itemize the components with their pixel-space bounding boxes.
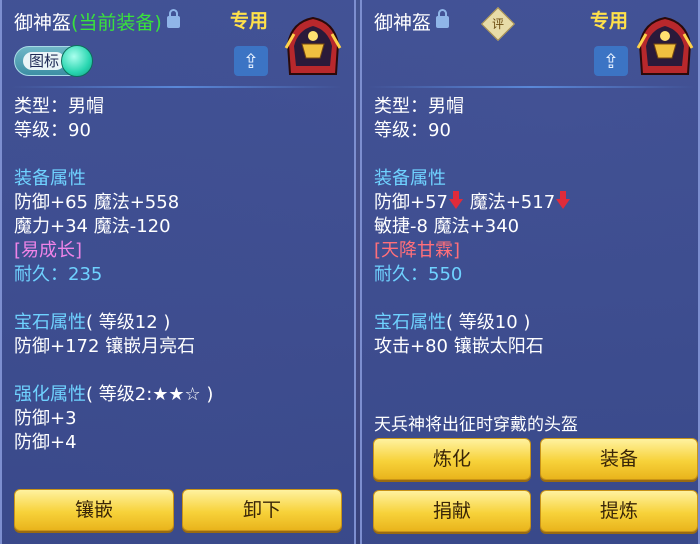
unequip-button[interactable]: 卸下 bbox=[182, 489, 342, 531]
gem-attr-row: 宝石属性( 等级10 ) bbox=[374, 312, 530, 334]
equip-attr-1: 防御+65 魔法+558 bbox=[14, 192, 180, 213]
divider bbox=[368, 86, 694, 88]
toggle-knob[interactable] bbox=[61, 45, 93, 77]
durability: 耐久：235 bbox=[14, 264, 102, 286]
magic-attr: 魔法+517 bbox=[464, 192, 556, 213]
equip-attr-title: 装备属性 bbox=[14, 168, 86, 189]
gem-attr: 攻击+80 镶嵌太阳石 bbox=[374, 336, 544, 357]
gem-level: ( 等级12 ) bbox=[86, 312, 171, 333]
enhance-title: 强化属性 bbox=[14, 384, 86, 405]
gem-attr-title: 宝石属性 bbox=[14, 312, 86, 333]
equip-attr-2: 敏捷-8 魔法+340 bbox=[374, 216, 520, 237]
special-effect: [易成长] bbox=[14, 240, 83, 261]
equipped-tag: (当前装备) bbox=[71, 12, 162, 34]
durability-label: 耐久： bbox=[374, 264, 428, 285]
icon-toggle[interactable]: 图标 bbox=[14, 45, 93, 77]
decrease-arrow-icon bbox=[556, 191, 571, 209]
equip-attr-1: 防御+57 魔法+517 bbox=[374, 191, 571, 214]
inlay-button[interactable]: 镶嵌 bbox=[14, 489, 174, 531]
durability-value: 550 bbox=[428, 264, 463, 285]
extract-button[interactable]: 提炼 bbox=[540, 490, 698, 532]
enhance-attr-2: 防御+4 bbox=[14, 432, 77, 453]
refine-button[interactable]: 炼化 bbox=[373, 438, 531, 480]
decrease-arrow-icon bbox=[449, 191, 463, 209]
share-icon[interactable]: ⇪ bbox=[594, 46, 628, 76]
item-type: 类型：男帽 bbox=[374, 96, 464, 117]
enhance-attr-1: 防御+3 bbox=[14, 408, 77, 429]
durability: 耐久：550 bbox=[374, 264, 462, 286]
item-description: 天兵神将出征时穿戴的头盔 bbox=[374, 415, 578, 435]
enhance-attr-row: 强化属性( 等级2:★★☆ ) bbox=[14, 384, 213, 406]
enhance-level: ( 等级2:★★☆ ) bbox=[86, 384, 214, 405]
helmet-icon bbox=[284, 16, 342, 75]
durability-label: 耐久： bbox=[14, 264, 68, 285]
item-title: 御神盔 bbox=[374, 8, 450, 35]
equip-button[interactable]: 装备 bbox=[540, 438, 698, 480]
item-name: 御神盔 bbox=[14, 12, 72, 34]
special-effect: [天降甘霖] bbox=[374, 240, 461, 261]
gem-level: ( 等级10 ) bbox=[446, 312, 531, 333]
gem-attr-row: 宝石属性( 等级12 ) bbox=[14, 312, 170, 334]
exclusive-tag: 专用 bbox=[590, 10, 629, 32]
donate-button[interactable]: 捐献 bbox=[373, 490, 531, 532]
lock-icon[interactable] bbox=[166, 8, 180, 28]
defense-attr: 防御+57 bbox=[374, 192, 448, 213]
item-level: 等级：90 bbox=[14, 120, 91, 141]
exclusive-tag: 专用 bbox=[230, 10, 269, 32]
item-type: 类型：男帽 bbox=[14, 96, 104, 117]
gem-attr: 防御+172 镶嵌月亮石 bbox=[14, 336, 196, 357]
share-icon[interactable]: ⇪ bbox=[234, 46, 268, 76]
toggle-label: 图标 bbox=[23, 52, 66, 70]
durability-value: 235 bbox=[68, 264, 103, 285]
equip-attr-title: 装备属性 bbox=[374, 168, 446, 189]
lock-icon[interactable] bbox=[436, 8, 450, 28]
current-equipment-panel: 御神盔(当前装备) 专用 图标 ⇪ 类型：男帽 等级：90 装备属性 防御+65… bbox=[0, 0, 356, 544]
helmet-icon bbox=[636, 16, 694, 75]
gem-attr-title: 宝石属性 bbox=[374, 312, 446, 333]
equip-attr-2: 魔力+34 魔法-120 bbox=[14, 216, 171, 237]
divider bbox=[12, 86, 342, 88]
item-title: 御神盔(当前装备) bbox=[14, 8, 180, 35]
item-level: 等级：90 bbox=[374, 120, 451, 141]
item-name: 御神盔 bbox=[374, 12, 432, 34]
